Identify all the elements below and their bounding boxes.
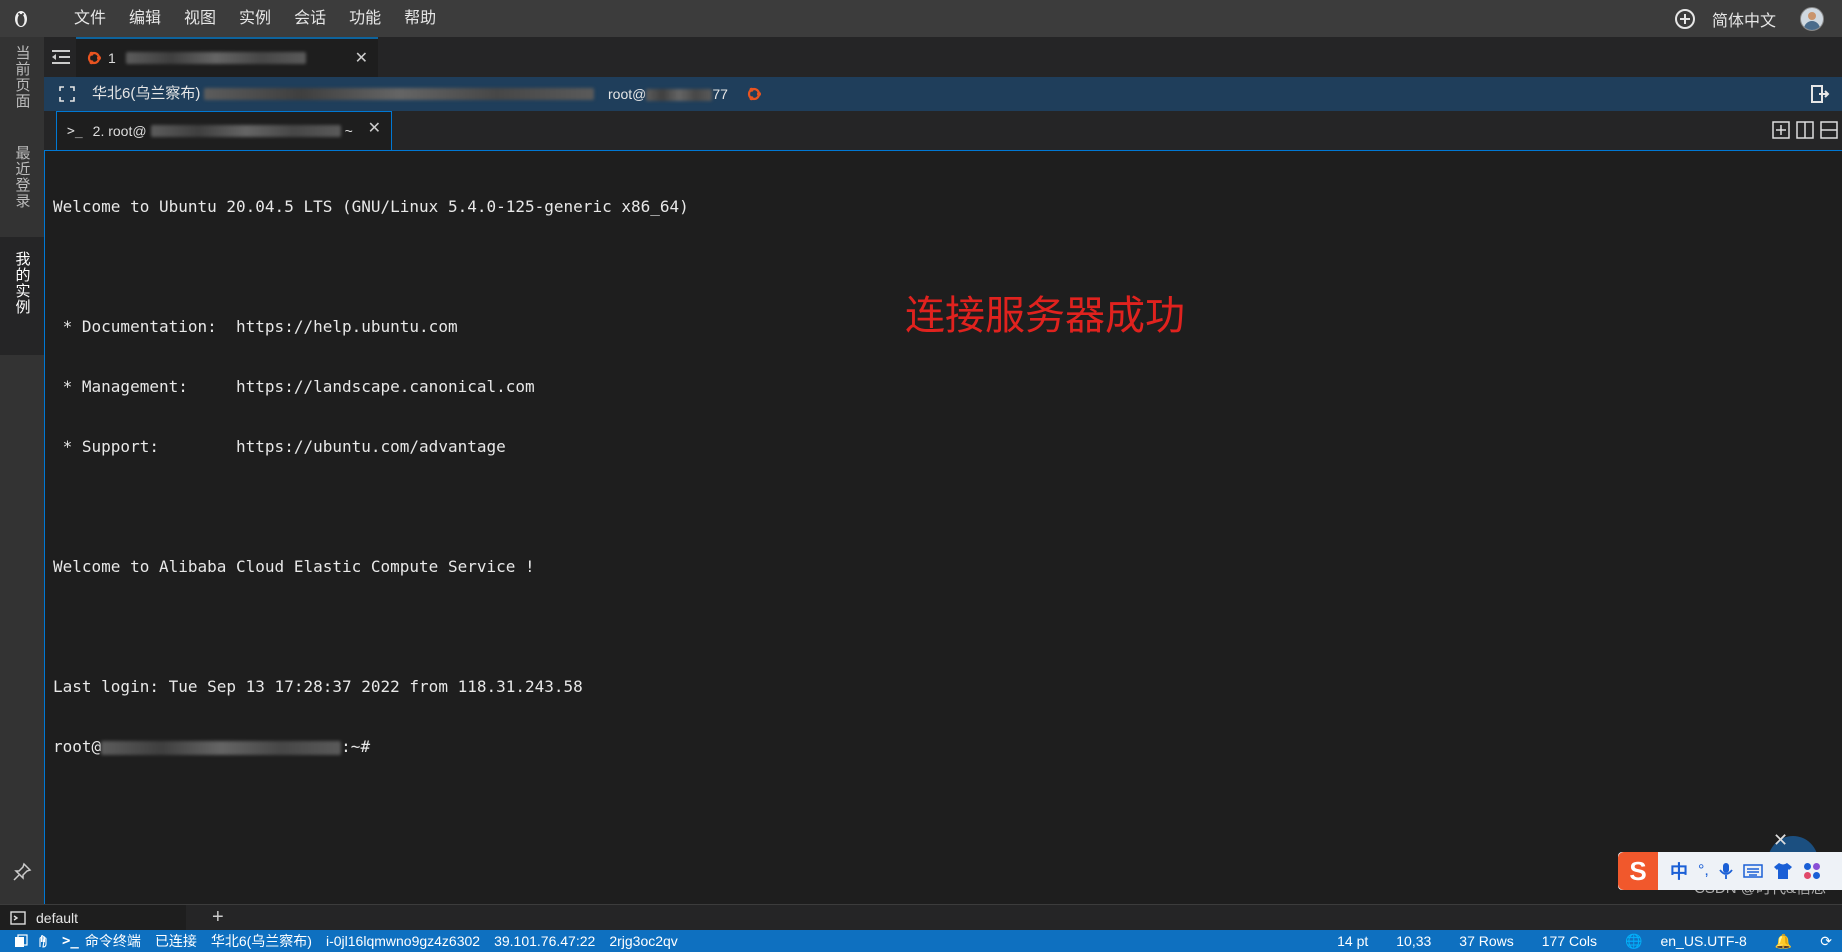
terminal-line: Last login: Tue Sep 13 17:28:37 2022 fro… [53,677,583,696]
menu-help[interactable]: 帮助 [404,0,436,37]
fullscreen-icon[interactable] [59,86,75,102]
status-cursor: 10,33 [1396,933,1432,949]
terminal-prompt: root@ :~# [53,737,689,757]
close-icon[interactable]: ✕ [1773,830,1788,851]
add-pane-icon[interactable] [1772,121,1790,139]
status-connection: 已连接 [154,933,197,949]
close-icon[interactable]: ✕ [355,48,368,68]
ubuntu-icon [747,87,761,101]
status-cols: 177 Cols [1541,933,1598,949]
penguin-logo-icon [15,11,27,27]
hand-icon[interactable] [36,934,50,948]
sidebar-tab-current-page[interactable]: 当前页面 [0,45,44,135]
sidebar-tab-label: 当前页面 [13,45,31,109]
status-code: 2rjg3oc2qv [609,933,678,949]
tab-default[interactable]: default [0,905,186,931]
session-tab[interactable]: 1 ✕ [76,37,378,77]
redacted-text [125,52,306,64]
exit-icon[interactable] [1810,84,1830,104]
terminal-tab-label: 2. root@ [92,123,147,139]
terminal-line: * Documentation: https://help.ubuntu.com [53,317,458,336]
menu-features[interactable]: 功能 [349,0,381,37]
status-bar: >_ 命令终端 已连接 华北6(乌兰察布) i-0jl16lqmwno9gz4z… [0,930,1842,952]
terminal-tab-suffix: ~ [344,123,353,139]
close-icon[interactable]: ✕ [368,118,381,138]
terminal-line: * Management: https://landscape.canonica… [53,377,535,396]
menu-view[interactable]: 视图 [184,0,216,37]
redacted-text [646,89,713,102]
sidebar-tab-label: 最近登录 [13,145,31,209]
ime-punctuation-toggle[interactable]: °, [1698,862,1709,880]
menu-items: 文件 编辑 视图 实例 会话 功能 帮助 [74,0,459,37]
microphone-icon[interactable] [1719,862,1733,880]
server-info-bar: 华北6(乌兰察布) root@ 77 [44,77,1842,111]
status-right: 14 pt 10,33 37 Rows 177 Cols 🌐 en_US.UTF… [1323,930,1842,952]
status-rows: 37 Rows [1459,933,1514,949]
ubuntu-icon [87,51,101,65]
session-tab-bar: 1 ✕ [44,37,1842,77]
sidebar-tab-label: 我的实例 [13,251,31,315]
status-instance-id: i-0jl16lqmwno9gz4z6302 [325,933,481,949]
prompt-prefix: root@ [53,737,102,756]
status-region: 华北6(乌兰察布) [210,933,312,949]
redacted-text [101,740,342,755]
copy-icon[interactable] [14,934,28,948]
menu-instance[interactable]: 实例 [239,0,271,37]
tab-default-label: default [36,910,79,926]
status-font-size[interactable]: 14 pt [1337,933,1368,949]
menu-edit[interactable]: 编辑 [129,0,161,37]
terminal-line: Welcome to Ubuntu 20.04.5 LTS (GNU/Linux… [53,197,689,216]
sync-icon[interactable]: ⟳ [1820,933,1832,950]
bell-icon[interactable]: 🔔 [1775,933,1792,950]
server-region: 华北6(乌兰察布) [92,85,201,102]
bottom-tab-bar: default + [0,904,1842,931]
skin-shirt-icon[interactable] [1773,862,1793,880]
layout-controls [1772,121,1838,139]
terminal-line: * Support: https://ubuntu.com/advantage [53,437,506,456]
terminal-tab-bar: >_ 2. root@ ~ ✕ [44,111,1842,151]
prompt-suffix: :~# [341,737,371,756]
status-ip: 39.101.76.47:22 [494,933,596,949]
redacted-text [204,88,594,100]
terminal-icon: >_ [62,933,79,949]
server-user: root@ 77 [608,77,728,111]
menu-session[interactable]: 会话 [294,0,326,37]
annotation-text: 连接服务器成功 [905,294,1185,338]
toolbox-grid-icon[interactable] [1803,862,1821,880]
redacted-text [150,125,341,137]
avatar[interactable] [1800,6,1824,31]
split-horizontal-icon[interactable] [1820,121,1838,139]
left-sidebar: 当前页面 最近登录 我的实例 [0,37,44,904]
server-user-suffix: 77 [712,86,728,102]
sidebar-tab-my-instances[interactable]: 我的实例 [0,237,44,355]
server-user-prefix: root@ [608,86,647,102]
terminal-icon: >_ [67,123,83,139]
status-encoding[interactable]: en_US.UTF-8 [1660,933,1746,949]
sidebar-tab-recent-login[interactable]: 最近登录 [0,145,44,237]
session-tab-label: 1 [108,50,116,66]
ime-mode-toggle[interactable]: 中 [1670,858,1688,884]
globe-icon: 🌐 [1625,932,1643,949]
keyboard-icon[interactable] [1743,863,1763,879]
menu-file[interactable]: 文件 [74,0,106,37]
terminal-output[interactable]: Welcome to Ubuntu 20.04.5 LTS (GNU/Linux… [44,151,1842,904]
terminal-icon [10,911,26,925]
terminal-tab[interactable]: >_ 2. root@ ~ ✕ [56,111,392,150]
menubar: 文件 编辑 视图 实例 会话 功能 帮助 简体中文 [0,0,1842,37]
language-selector[interactable]: 简体中文 [1712,7,1776,31]
split-vertical-icon[interactable] [1796,121,1814,139]
add-tab-icon[interactable]: + [212,905,224,929]
sogou-logo-icon[interactable]: S [1618,852,1658,890]
pin-icon[interactable] [12,862,32,882]
add-circle-icon[interactable] [1674,8,1696,30]
menubar-right: 简体中文 [1674,0,1824,37]
terminal-line: Welcome to Alibaba Cloud Elastic Compute… [53,557,535,576]
status-terminal[interactable]: 命令终端 [85,931,141,951]
ime-toolbar: S 中 °, [1618,852,1842,890]
terminal-lines: Welcome to Ubuntu 20.04.5 LTS (GNU/Linux… [53,157,689,797]
collapse-panel-icon[interactable] [52,49,70,65]
